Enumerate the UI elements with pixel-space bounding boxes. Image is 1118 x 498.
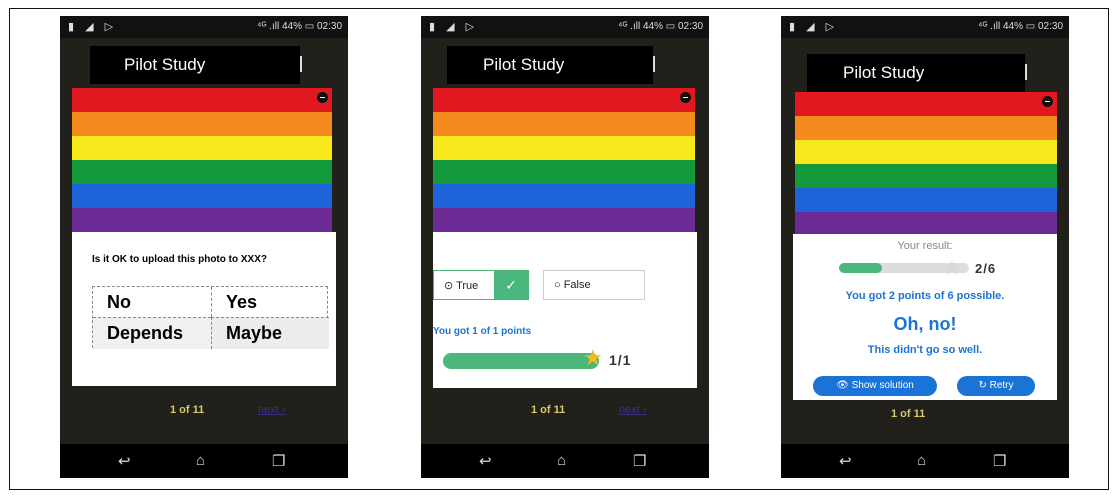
minimize-icon[interactable] [680,92,691,103]
status-readout: ⁴ᴳ .ıll 44% ▭ 02:30 [978,21,1063,32]
retry-button[interactable]: ↻ Retry [957,376,1035,396]
true-label: True [456,280,479,292]
app-title: Pilot Study [90,46,302,84]
star-icon: ★ [943,258,961,280]
status-readout: ⁴ᴳ .ıll 44% ▭ 02:30 [618,21,703,32]
answer-options-grid: No Yes Depends Maybe [92,286,329,349]
page-count: 1 of 11 [531,404,566,416]
score-text: You got 1 of 1 points [433,326,532,337]
android-nav-bar: ↩ ⌂ ❐ [421,444,709,478]
status-bar: ▮ ◢ ▷ ⁴ᴳ .ıll 44% ▭ 02:30 [421,16,709,38]
question-text: Is it OK to upload this photo to XXX? [92,254,267,265]
radio-selected-icon: ⊙ True [444,280,479,292]
score-fraction: 1/1 [609,352,632,368]
android-nav-bar: ↩ ⌂ ❐ [781,444,1069,478]
minimize-icon[interactable] [317,92,328,103]
back-icon[interactable]: ↩ [839,452,852,470]
next-link[interactable]: next › [619,404,647,416]
progress-bar [443,353,599,369]
rainbow-flag-image [795,92,1057,236]
rainbow-flag-image [433,88,695,232]
status-bar: ▮ ◢ ▷ ⁴ᴳ .ıll 44% ▭ 02:30 [60,16,348,38]
result-label: Your result: [897,240,953,252]
pager: 1 of 11 [781,408,1069,428]
page-count: 1 of 11 [170,404,205,416]
recent-apps-icon[interactable]: ❐ [993,452,1006,470]
status-readout: ⁴ᴳ .ıll 44% ▭ 02:30 [257,21,342,32]
check-icon: ✓ [494,271,528,299]
pager: 1 of 11 next › [421,404,709,424]
back-icon[interactable]: ↩ [118,452,131,470]
android-nav-bar: ↩ ⌂ ❐ [60,444,348,478]
status-icons: ▮ ◢ ▷ [68,21,118,33]
phone-screen-result: ▮ ◢ ▷ ⁴ᴳ .ıll 44% ▭ 02:30 Pilot Study Yo… [781,16,1069,478]
phone-screen-question: ▮ ◢ ▷ ⁴ᴳ .ıll 44% ▭ 02:30 Pilot Study Is… [60,16,348,478]
status-bar: ▮ ◢ ▷ ⁴ᴳ .ıll 44% ▭ 02:30 [781,16,1069,38]
next-link[interactable]: next › [258,404,286,416]
status-icons: ▮ ◢ ▷ [429,21,479,33]
option-maybe[interactable]: Maybe [211,317,329,349]
app-title: Pilot Study [807,54,1027,92]
star-icon: ★ [583,345,603,370]
result-panel: Your result: ★ 2/6 You got 2 points of 6… [793,234,1057,400]
rainbow-flag-image [72,88,332,232]
result-subline: This didn't go so well. [867,344,983,356]
back-icon[interactable]: ↩ [479,452,492,470]
pager: 1 of 11 next › [60,404,348,424]
app-title: Pilot Study [447,46,655,84]
home-icon[interactable]: ⌂ [557,452,566,469]
show-solution-label: Show solution [851,380,914,391]
result-headline: Oh, no! [893,314,957,334]
page-count: 1 of 11 [891,408,926,420]
option-yes[interactable]: Yes [211,287,329,317]
home-icon[interactable]: ⌂ [917,452,926,469]
question-panel: Is it OK to upload this photo to XXX? No… [72,232,336,386]
retry-icon: ↻ [978,380,987,391]
option-depends[interactable]: Depends [93,317,211,349]
recent-apps-icon[interactable]: ❐ [272,452,285,470]
home-icon[interactable]: ⌂ [196,452,205,469]
status-icons: ▮ ◢ ▷ [789,21,839,33]
option-no[interactable]: No [93,287,211,317]
phone-screen-true-false: ▮ ◢ ▷ ⁴ᴳ .ıll 44% ▭ 02:30 Pilot Study ⊙ … [421,16,709,478]
result-progress-fill [839,263,883,273]
answer-panel: ⊙ True ✓ ○ False You got 1 of 1 points ★… [433,232,697,388]
true-button[interactable]: ⊙ True ✓ [433,270,529,300]
minimize-icon[interactable] [1042,96,1053,107]
false-button[interactable]: ○ False [543,270,645,300]
retry-label: Retry [989,380,1014,391]
result-fraction: 2/6 [975,261,997,276]
progress-fill [443,353,599,369]
eye-icon: 👁 [836,380,849,391]
show-solution-button[interactable]: 👁 Show solution [813,376,937,396]
radio-empty-icon: ○ False [554,279,591,291]
recent-apps-icon[interactable]: ❐ [633,452,646,470]
false-label: False [563,279,591,291]
points-text: You got 2 points of 6 possible. [845,290,1005,302]
